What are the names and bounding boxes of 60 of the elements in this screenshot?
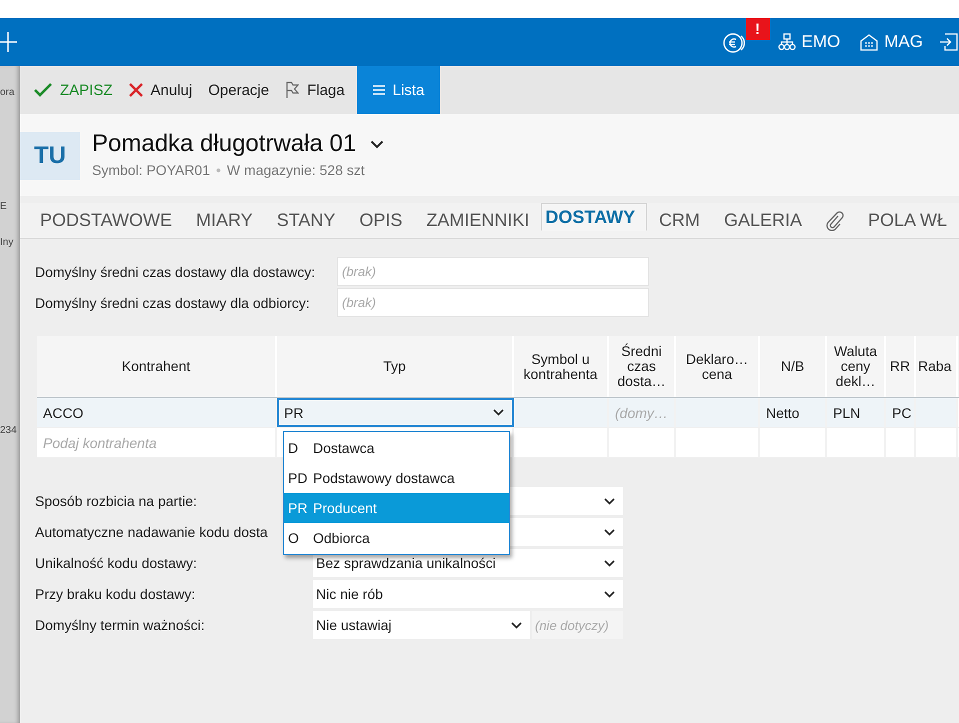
login-icon[interactable]	[939, 33, 959, 51]
select-field[interactable]: Nie ustawiaj	[313, 611, 530, 639]
chevron-down-icon	[493, 409, 504, 416]
separator-dot: •	[216, 162, 221, 178]
field-label: Unikalność kodu dostawy:	[35, 555, 197, 571]
field-label: Domyślny średni czas dostawy dla dostawcy:	[35, 264, 316, 280]
table-cell: ACCO	[37, 398, 277, 427]
field-label: Przy braku kodu dostawy:	[35, 586, 196, 602]
background-text: Iny	[0, 236, 14, 250]
tab[interactable]: ZAMIENNIKI	[414, 203, 542, 238]
symbol-text: Symbol: POYAR01	[92, 162, 210, 178]
toolbar-button[interactable]: Anuluj	[120, 66, 200, 114]
chevron-down-icon	[604, 498, 615, 504]
chevron-down-icon	[604, 590, 615, 598]
chevron-down-icon	[604, 560, 615, 566]
tab[interactable]: STANY	[264, 203, 348, 238]
close-icon	[128, 83, 143, 97]
flag-icon	[285, 81, 300, 99]
dropdown-option[interactable]: PD Podstawowy dostawca	[284, 463, 509, 493]
field-label: Automatyczne nadawanie kodu dosta	[35, 524, 268, 540]
tab[interactable]: CRM	[646, 203, 712, 238]
building-icon	[860, 33, 878, 51]
tab[interactable]: DOSTAWY	[541, 203, 647, 231]
alert-badge: !	[746, 18, 770, 40]
table-cell: Netto	[760, 398, 827, 427]
select-field[interactable]: Nic nie rób	[313, 580, 623, 608]
tab[interactable]: MIARY	[184, 203, 265, 238]
table-cell: PC	[886, 398, 916, 427]
check-icon	[34, 83, 52, 97]
tab[interactable]: POLA WŁ	[856, 203, 959, 238]
tab[interactable]: GALERIA	[712, 203, 814, 238]
disabled-field: (nie dotyczy)	[532, 611, 623, 639]
input-field[interactable]: (brak)	[337, 288, 649, 317]
toolbar-button[interactable]: Lista	[356, 66, 440, 114]
chevron-down-icon[interactable]	[370, 140, 384, 148]
chevron-down-icon	[511, 622, 522, 628]
field-label: Domyślny średni czas dostawy dla odbiorcy:	[35, 294, 311, 310]
field-label: Sposób rozbicia na partie:	[35, 493, 197, 509]
topbar-item[interactable]: EMO	[774, 32, 844, 52]
field-label: Domyślny termin ważności:	[35, 617, 205, 633]
toolbar-button[interactable]: Operacje	[200, 66, 278, 114]
chevron-down-icon	[604, 528, 615, 536]
background-text: 234	[0, 424, 18, 438]
background-text: E	[0, 200, 8, 214]
product-title: Pomadka długotrwała 01	[92, 130, 356, 158]
table-cell: (domy…	[609, 398, 676, 427]
paperclip-icon	[826, 210, 844, 230]
list-icon	[372, 85, 385, 95]
network-icon	[778, 33, 796, 51]
stock-text: W magazynie: 528 szt	[226, 162, 365, 178]
tab[interactable]: OPIS	[347, 203, 414, 238]
background-text: ora	[0, 86, 16, 100]
tab[interactable]: PODSTAWOWE	[28, 203, 184, 238]
dropdown-option[interactable]: D Dostawca	[284, 433, 509, 463]
toolbar-button[interactable]: Flaga	[277, 66, 353, 114]
avatar: TU	[20, 132, 80, 180]
topbar-item[interactable]: MAG	[856, 32, 927, 52]
table-cell: PLN	[827, 398, 886, 427]
plus-icon[interactable]	[0, 31, 18, 53]
input-field[interactable]: (brak)	[337, 257, 649, 286]
